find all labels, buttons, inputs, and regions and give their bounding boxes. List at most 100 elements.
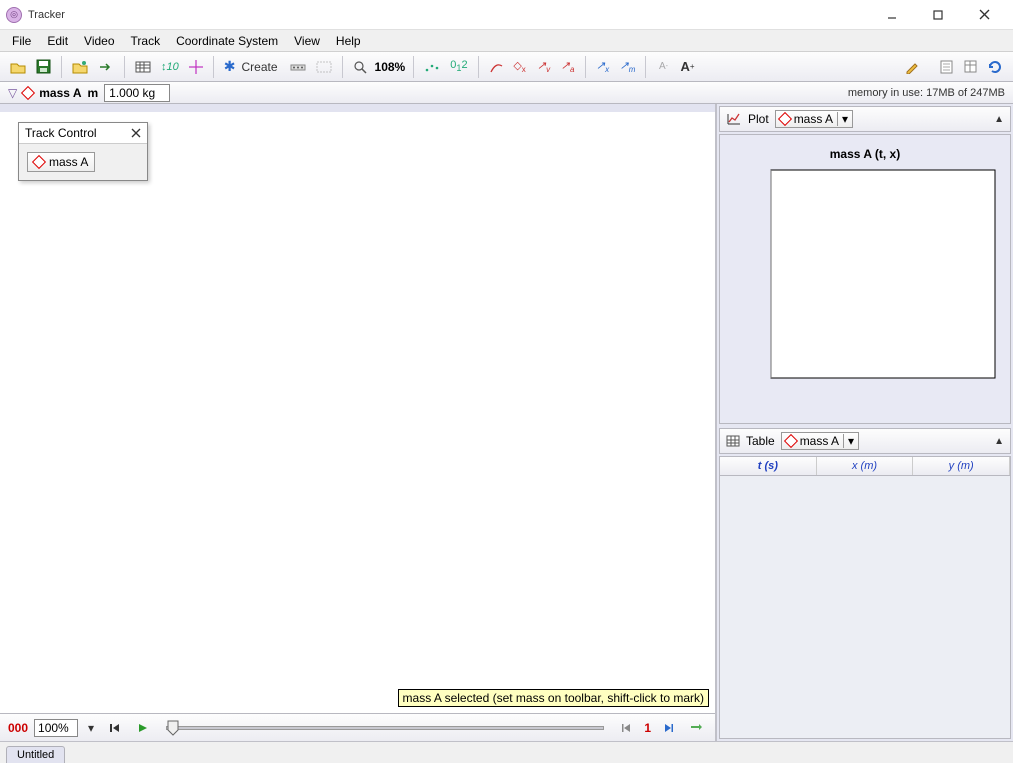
- close-button[interactable]: [961, 1, 1007, 29]
- maximize-button[interactable]: [915, 1, 961, 29]
- labels-icon[interactable]: [312, 56, 336, 78]
- menu-video[interactable]: Video: [76, 32, 122, 50]
- v-vector-icon[interactable]: ↗v: [533, 56, 555, 78]
- menu-edit[interactable]: Edit: [39, 32, 76, 50]
- video-panel[interactable]: mass A selected (set mass on toolbar, sh…: [0, 104, 715, 713]
- track-dropdown-icon[interactable]: ▽: [8, 86, 17, 100]
- app-title: Tracker: [28, 9, 65, 21]
- notes-icon[interactable]: [935, 56, 957, 78]
- track-infobar: ▽ mass A m memory in use: 17MB of 247MB: [0, 82, 1013, 104]
- rewind-button[interactable]: [104, 717, 126, 739]
- track-control-title: Track Control: [25, 126, 97, 140]
- plot-panel-header: Plot mass A ▾ ▲: [719, 106, 1011, 132]
- vector-icon[interactable]: [485, 56, 507, 78]
- axes-icon[interactable]: [185, 56, 207, 78]
- menubar: File Edit Video Track Coordinate System …: [0, 30, 1013, 52]
- track-name-label[interactable]: mass A: [39, 86, 81, 100]
- app-icon: ◎: [6, 7, 22, 23]
- export-icon[interactable]: [94, 56, 118, 78]
- track-item-massA[interactable]: mass A: [27, 152, 95, 172]
- create-button[interactable]: ✱ Create: [220, 56, 284, 78]
- track-control-panel[interactable]: Track Control mass A: [18, 122, 148, 181]
- create-button-label: Create: [239, 60, 279, 74]
- menu-track[interactable]: Track: [123, 32, 169, 50]
- table-header-row: t (s) x (m) y (m): [720, 457, 1010, 476]
- status-hint: mass A selected (set mass on toolbar, sh…: [398, 689, 709, 707]
- rate-dropdown-icon[interactable]: ▾: [84, 717, 98, 739]
- data-table[interactable]: t (s) x (m) y (m): [719, 456, 1011, 739]
- track-color-icon: [778, 112, 792, 126]
- loop-button[interactable]: [685, 717, 707, 739]
- chevron-down-icon: ▾: [843, 434, 854, 448]
- plot-panel-label: Plot: [748, 112, 769, 126]
- play-rate-input[interactable]: [34, 719, 78, 737]
- show-trails-icon[interactable]: [286, 56, 310, 78]
- refresh-icon[interactable]: [983, 56, 1007, 78]
- titlebar: ◎ Tracker: [0, 0, 1013, 30]
- svg-text:mass A (t, x): mass A (t, x): [830, 147, 900, 161]
- font-larger-icon[interactable]: A+: [676, 56, 698, 78]
- table-track-selector[interactable]: mass A ▾: [781, 432, 859, 450]
- table-body: [720, 476, 1010, 738]
- table-col-x[interactable]: x (m): [817, 457, 914, 475]
- chart[interactable]: mass A (t, x)-10-50510-10-50510t (s)x (m…: [723, 144, 1007, 414]
- plot-area[interactable]: mass A (t, x)-10-50510-10-50510t (s)x (m…: [719, 134, 1011, 424]
- font-smaller-icon[interactable]: A-: [652, 56, 674, 78]
- menu-file[interactable]: File: [4, 32, 39, 50]
- pencil-icon[interactable]: [901, 56, 923, 78]
- table-col-y[interactable]: y (m): [913, 457, 1010, 475]
- table-col-t[interactable]: t (s): [720, 457, 817, 475]
- menu-help[interactable]: Help: [328, 32, 369, 50]
- clip-settings-icon[interactable]: [131, 56, 155, 78]
- play-button[interactable]: [132, 717, 154, 739]
- table-selector-label: mass A: [800, 434, 839, 448]
- table-panel-header: Table mass A ▾ ▲: [719, 428, 1011, 454]
- collapse-plot-icon[interactable]: ▲: [994, 114, 1004, 125]
- minimize-button[interactable]: [869, 1, 915, 29]
- plot-selector-label: mass A: [794, 112, 833, 126]
- table-icon[interactable]: [726, 435, 740, 447]
- mass-input[interactable]: [104, 84, 170, 102]
- track-color-icon: [32, 155, 46, 169]
- main-content: mass A selected (set mass on toolbar, sh…: [0, 104, 1013, 741]
- step-back-button[interactable]: [616, 717, 638, 739]
- plot-icon[interactable]: [726, 112, 742, 126]
- right-pane: Plot mass A ▾ ▲ mass A (t, x)-10-50510-1…: [717, 104, 1013, 741]
- playback-bar: 000 ▾ 1: [0, 713, 715, 741]
- collapse-table-icon[interactable]: ▲: [994, 436, 1004, 447]
- frame-number[interactable]: 000: [8, 721, 28, 735]
- track-control-close-icon[interactable]: [131, 128, 141, 138]
- memory-status: memory in use: 17MB of 247MB: [848, 87, 1005, 99]
- table-panel-label: Table: [746, 434, 775, 448]
- path-points-icon[interactable]: [420, 56, 444, 78]
- mass-field-label: m: [87, 86, 98, 100]
- frame-slider[interactable]: [166, 726, 604, 730]
- toolbar: ↕10 ✱ Create 108% 012 ◇x ↗v ↗a ↗x ↗m: [0, 52, 1013, 82]
- calibration-icon[interactable]: ↕10: [157, 56, 183, 78]
- track-item-label: mass A: [49, 155, 88, 169]
- open-video-icon[interactable]: [68, 56, 92, 78]
- p-vector-icon[interactable]: ↗x: [592, 56, 614, 78]
- step-label: 1: [644, 721, 651, 735]
- save-icon[interactable]: [32, 56, 55, 78]
- track-color-icon: [784, 434, 798, 448]
- m-vector-icon[interactable]: ↗m: [616, 56, 640, 78]
- open-icon[interactable]: [6, 56, 30, 78]
- plot-track-selector[interactable]: mass A ▾: [775, 110, 853, 128]
- x-position-icon[interactable]: ◇x: [509, 56, 531, 78]
- menu-coordinate-system[interactable]: Coordinate System: [168, 32, 286, 50]
- slider-thumb-icon[interactable]: [167, 720, 179, 736]
- chevron-down-icon: ▾: [837, 112, 848, 126]
- document-tab[interactable]: Untitled: [6, 746, 65, 763]
- step-forward-button[interactable]: [657, 717, 679, 739]
- path-line-icon[interactable]: 012: [446, 56, 471, 78]
- menu-view[interactable]: View: [286, 32, 328, 50]
- left-pane: mass A selected (set mass on toolbar, sh…: [0, 104, 717, 741]
- track-control-titlebar[interactable]: Track Control: [19, 123, 147, 144]
- tabstrip: Untitled: [0, 741, 1013, 763]
- track-color-icon: [21, 85, 35, 99]
- zoom-icon[interactable]: [349, 56, 371, 78]
- a-vector-icon[interactable]: ↗a: [557, 56, 579, 78]
- zoom-level[interactable]: 108%: [373, 60, 408, 74]
- data-tool-icon[interactable]: [959, 56, 981, 78]
